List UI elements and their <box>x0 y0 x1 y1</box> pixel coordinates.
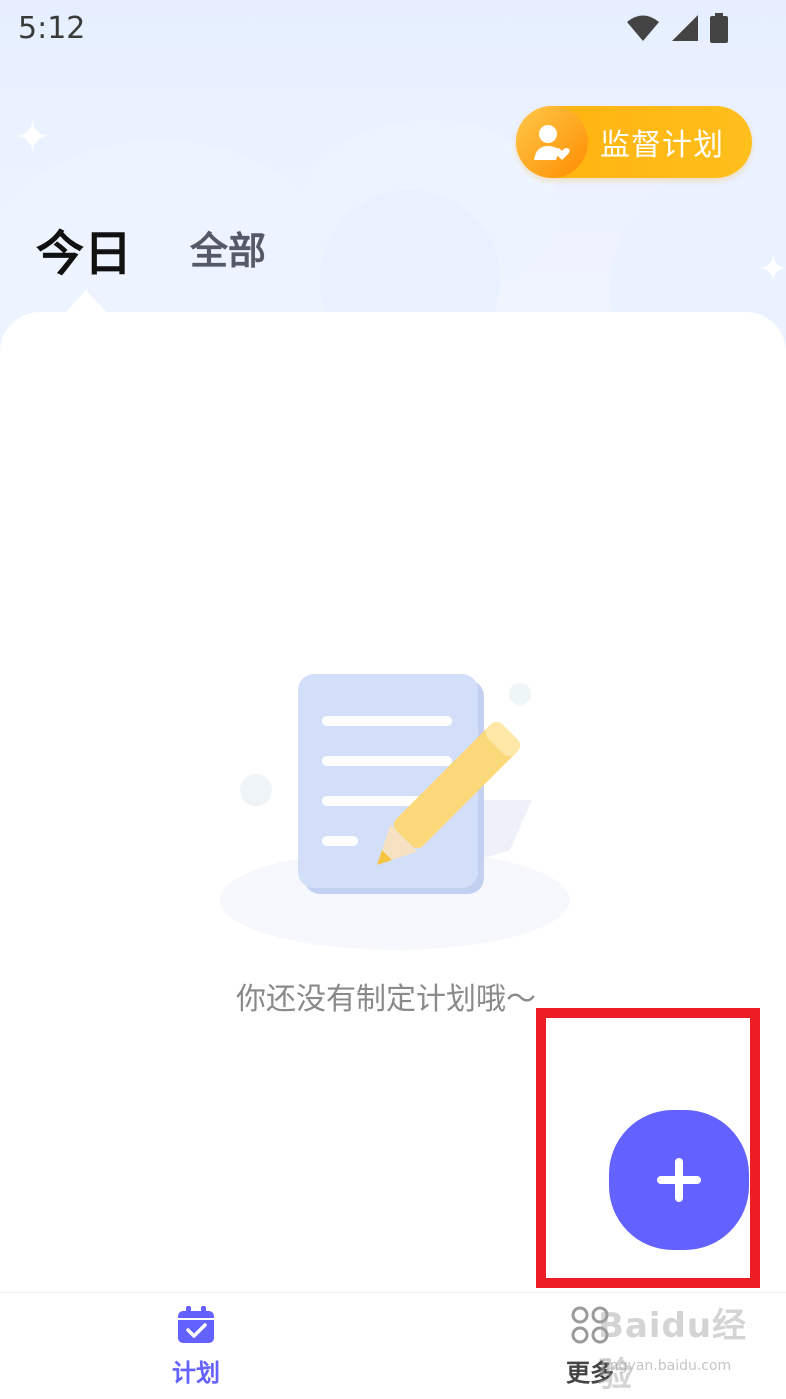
notepad-pencil-illustration <box>220 674 570 950</box>
nav-label-plan: 计划 <box>172 1359 220 1387</box>
active-tab-indicator <box>64 290 108 314</box>
watermark-url: jingyan.baidu.com <box>602 1358 732 1374</box>
status-bar: 5:12 <box>0 0 786 56</box>
user-heart-icon <box>516 106 588 178</box>
sparkle-icon: ✦ <box>14 112 51 163</box>
tab-all[interactable]: 全部 <box>190 220 266 275</box>
battery-icon <box>710 13 728 43</box>
signal-icon <box>672 15 698 41</box>
calendar-check-icon <box>178 1306 214 1343</box>
wifi-icon <box>627 15 659 41</box>
tab-today[interactable]: 今日 <box>36 214 132 284</box>
sparkle-icon: ✦ <box>758 249 786 290</box>
status-time: 5:12 <box>18 10 86 46</box>
supervise-plan-button[interactable]: 监督计划 <box>516 106 752 178</box>
nav-item-plan[interactable]: 计划 <box>136 1305 256 1388</box>
plus-icon <box>657 1158 701 1202</box>
supervise-plan-label: 监督计划 <box>600 128 724 163</box>
add-plan-button[interactable] <box>609 1110 749 1250</box>
watermark-text: Baidu经验 <box>598 1306 748 1395</box>
baidu-watermark: Baidu经验 jingyan.baidu.com <box>598 1298 748 1395</box>
